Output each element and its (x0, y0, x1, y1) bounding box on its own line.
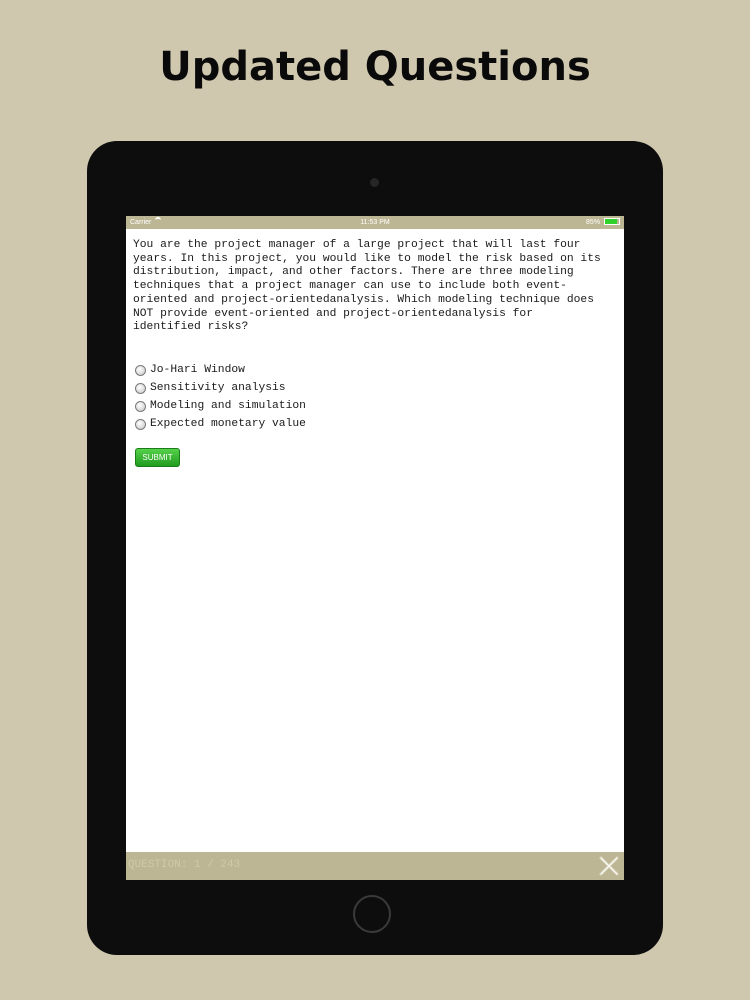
status-bar: Carrier 11:53 PM 85% (126, 216, 624, 229)
camera-dot (370, 178, 379, 187)
close-icon[interactable] (598, 855, 620, 877)
question-counter: QUESTION: 1 / 243 (128, 859, 241, 871)
answer-option-label: Jo-Hari Window (150, 364, 245, 376)
radio-icon[interactable] (135, 400, 146, 412)
question-text: You are the project manager of a large p… (133, 239, 601, 334)
radio-icon[interactable] (135, 418, 146, 430)
answer-option[interactable]: Sensitivity analysis (135, 379, 306, 397)
answer-option[interactable]: Modeling and simulation (135, 397, 306, 415)
submit-button[interactable]: SUBMIT (135, 448, 180, 467)
answer-options: Jo-Hari Window Sensitivity analysis Mode… (135, 361, 306, 433)
answer-option-label: Sensitivity analysis (150, 382, 286, 394)
battery-percent: 85% (586, 219, 601, 226)
status-battery: 85% (586, 216, 620, 229)
status-time: 11:53 PM (360, 219, 390, 226)
page-headline: Updated Questions (159, 44, 591, 90)
battery-fill (605, 219, 617, 224)
answer-option-label: Modeling and simulation (150, 400, 306, 412)
home-button[interactable] (353, 895, 391, 933)
app-screen: Carrier 11:53 PM 85% You are the project… (126, 216, 624, 880)
answer-option[interactable]: Expected monetary value (135, 415, 306, 433)
radio-icon[interactable] (135, 364, 146, 376)
footer-bar: QUESTION: 1 / 243 (126, 852, 624, 880)
answer-option-label: Expected monetary value (150, 418, 306, 430)
answer-option[interactable]: Jo-Hari Window (135, 361, 306, 379)
radio-icon[interactable] (135, 382, 146, 394)
battery-icon (604, 218, 620, 225)
